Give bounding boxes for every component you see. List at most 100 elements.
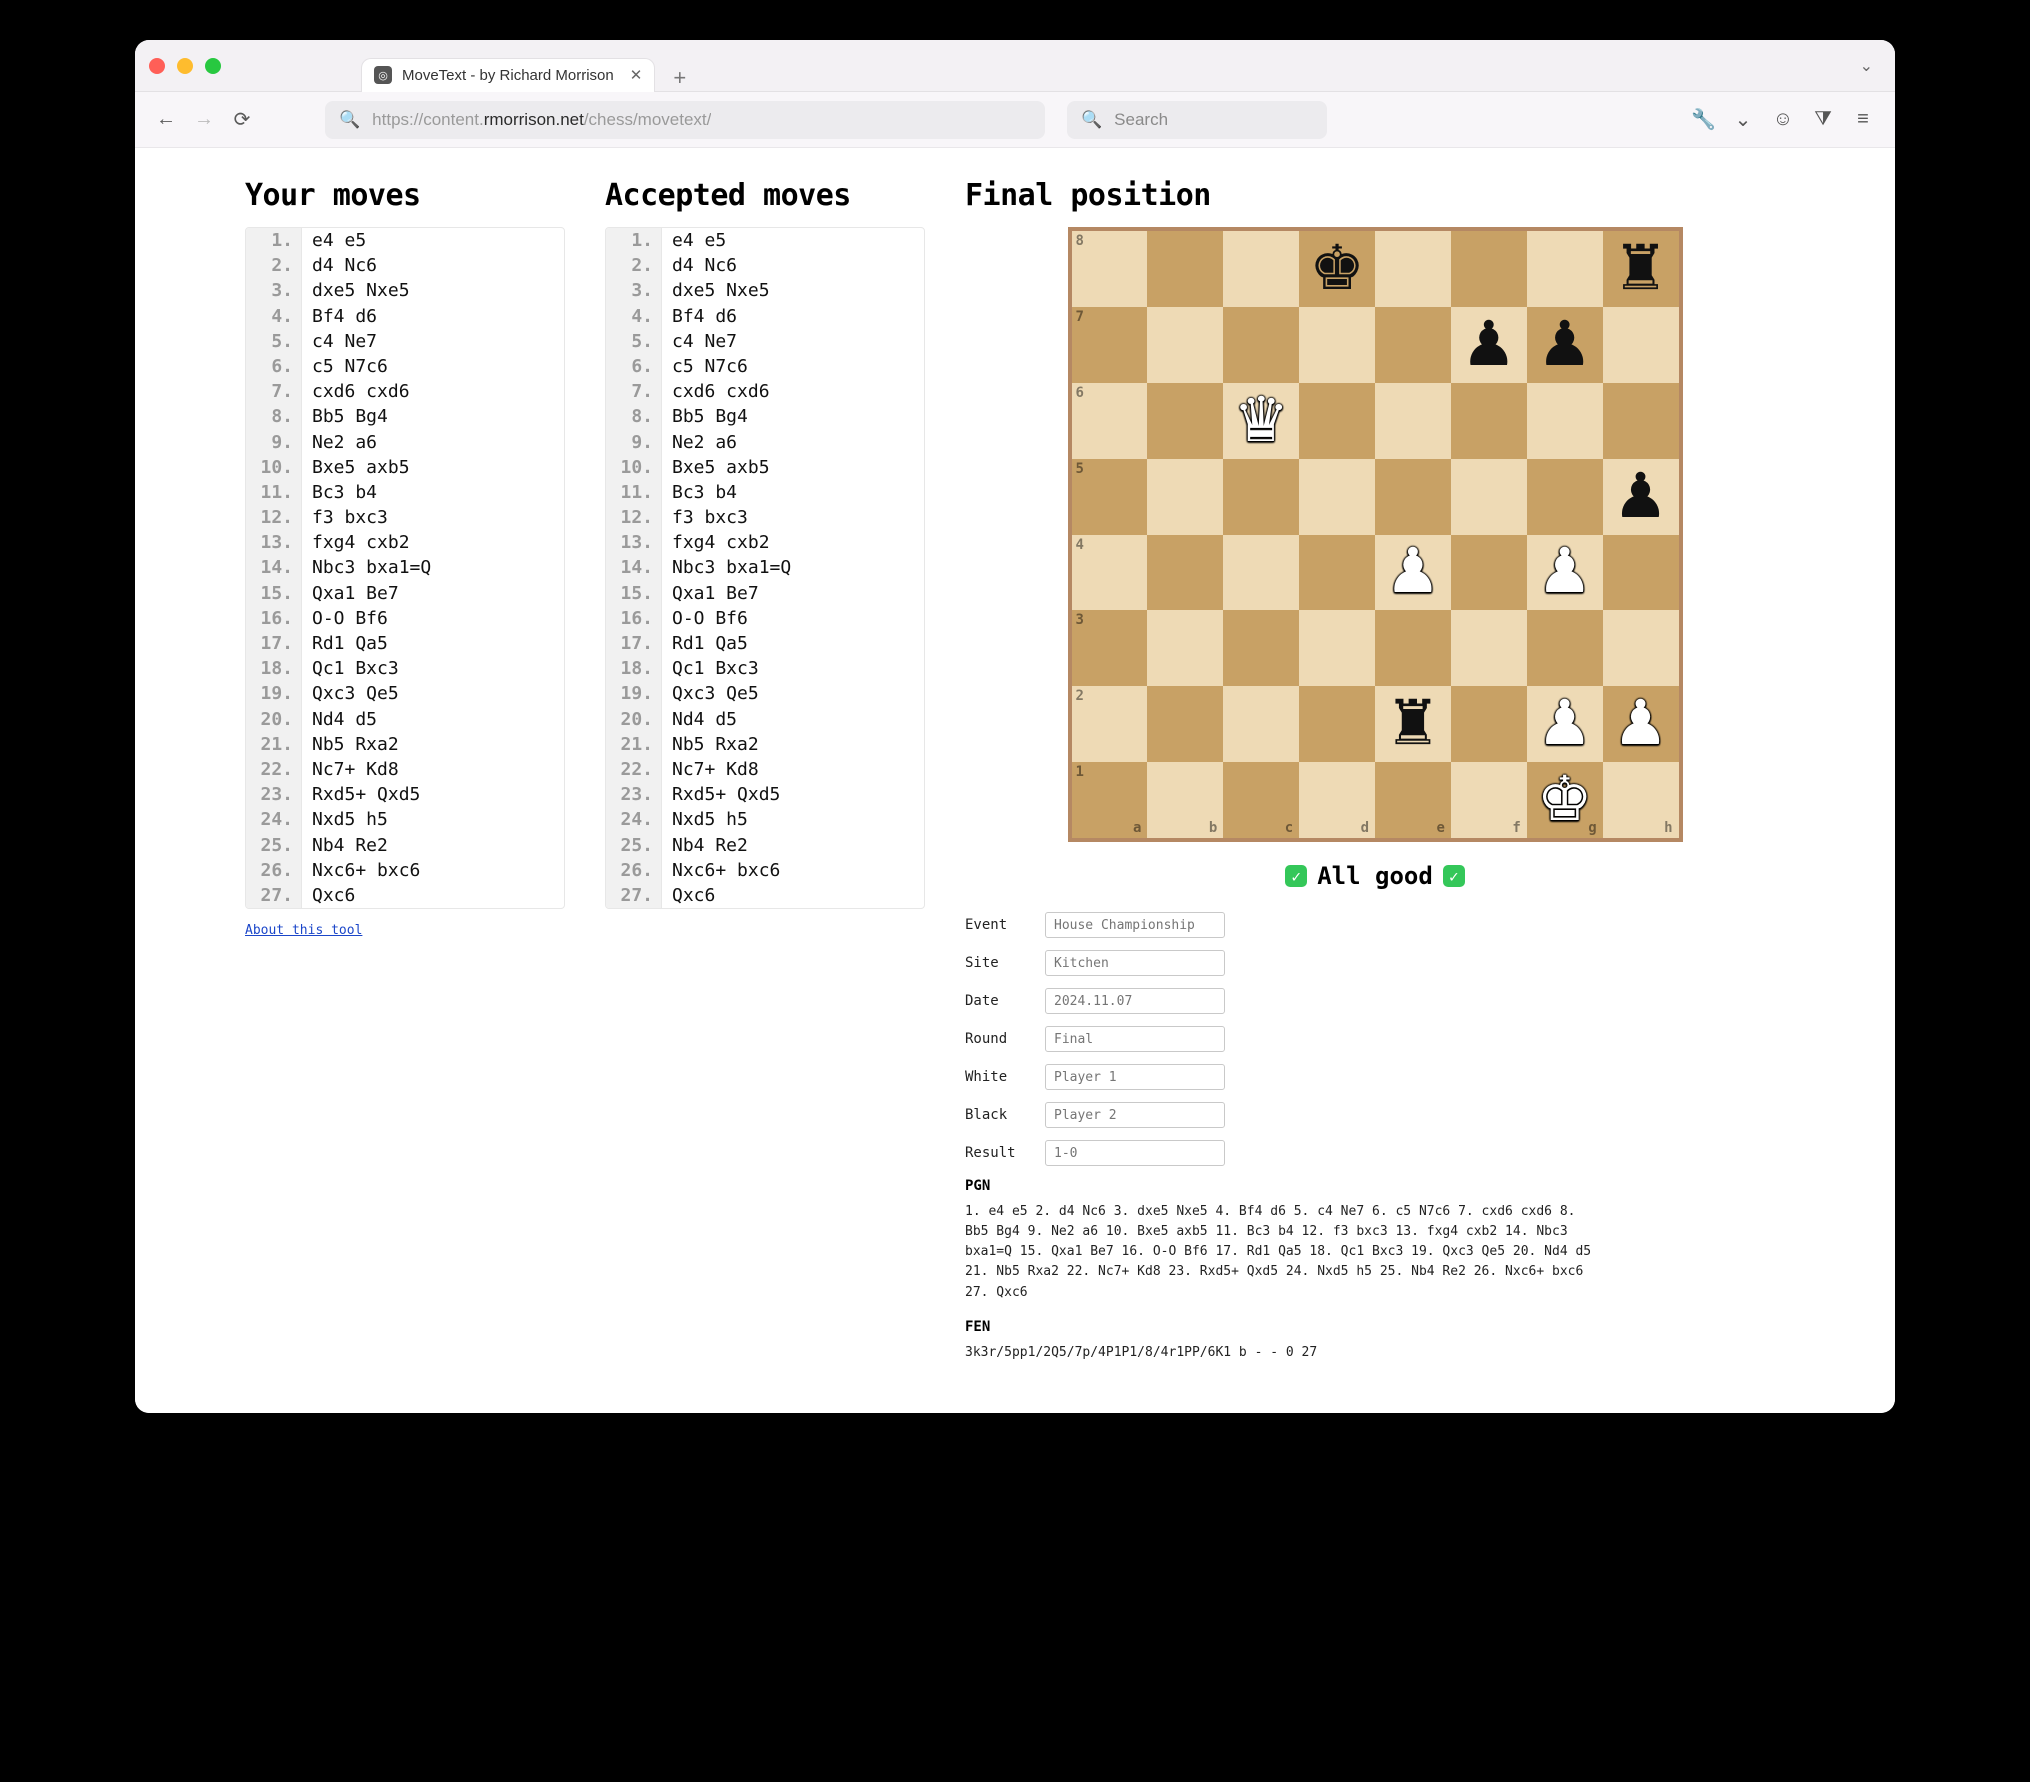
move-row: 15.Qxa1 Be7 — [246, 581, 564, 606]
move-number: 12. — [246, 505, 302, 530]
menu-icon[interactable]: ≡ — [1851, 108, 1875, 131]
rank-label: 6 — [1076, 385, 1084, 401]
board-square-d7 — [1299, 307, 1375, 383]
board-square-d6 — [1299, 383, 1375, 459]
url-text: https://content.rmorrison.net/chess/move… — [372, 110, 711, 130]
move-number: 1. — [246, 228, 302, 253]
about-link[interactable]: About this tool — [245, 923, 565, 938]
pgn-text[interactable]: 1. e4 e5 2. d4 Nc6 3. dxe5 Nxe5 4. Bf4 d… — [965, 1202, 1605, 1303]
move-text: Bf4 d6 — [302, 304, 377, 329]
white-field[interactable] — [1045, 1064, 1225, 1090]
move-text: Bb5 Bg4 — [302, 404, 388, 429]
move-row: 17.Rd1 Qa5 — [606, 631, 924, 656]
your-moves-list[interactable]: 1.e4 e52.d4 Nc63.dxe5 Nxe54.Bf4 d65.c4 N… — [245, 227, 565, 909]
file-label: h — [1664, 820, 1672, 836]
move-row: 21.Nb5 Rxa2 — [246, 732, 564, 757]
move-number: 5. — [606, 329, 662, 354]
move-number: 23. — [606, 782, 662, 807]
close-window-button[interactable] — [149, 58, 165, 74]
piece-d8: ♚ — [1309, 238, 1365, 300]
browser-tab[interactable]: ◎ MoveText - by Richard Morrison ✕ — [361, 58, 655, 92]
pocket-icon[interactable]: ⌄ — [1731, 107, 1755, 132]
status-text: All good — [1317, 862, 1433, 890]
your-moves-column: Your moves 1.e4 e52.d4 Nc63.dxe5 Nxe54.B… — [245, 178, 565, 1363]
search-bar[interactable]: 🔍 Search — [1067, 101, 1327, 139]
result-field[interactable] — [1045, 1140, 1225, 1166]
move-row: 25.Nb4 Re2 — [606, 833, 924, 858]
move-row: 11.Bc3 b4 — [246, 480, 564, 505]
move-text: fxg4 cxb2 — [302, 530, 410, 555]
move-row: 7.cxd6 cxd6 — [246, 379, 564, 404]
board-square-f2 — [1451, 686, 1527, 762]
site-field[interactable] — [1045, 950, 1225, 976]
zoom-window-button[interactable] — [205, 58, 221, 74]
board-square-c7 — [1223, 307, 1299, 383]
move-number: 25. — [606, 833, 662, 858]
move-row: 4.Bf4 d6 — [606, 304, 924, 329]
move-text: Qxc6 — [662, 883, 715, 908]
meta-row-black: Black — [965, 1102, 1785, 1128]
board-square-c3 — [1223, 610, 1299, 686]
move-number: 11. — [606, 480, 662, 505]
move-row: 2.d4 Nc6 — [606, 253, 924, 278]
date-field[interactable] — [1045, 988, 1225, 1014]
board-square-a1: 1a — [1072, 762, 1148, 838]
move-row: 23.Rxd5+ Qxd5 — [246, 782, 564, 807]
move-text: dxe5 Nxe5 — [662, 278, 770, 303]
move-number: 1. — [606, 228, 662, 253]
move-text: Nxc6+ bxc6 — [662, 858, 780, 883]
meta-label: Result — [965, 1145, 1045, 1161]
meta-row-white: White — [965, 1064, 1785, 1090]
minimize-window-button[interactable] — [177, 58, 193, 74]
piece-g2: ♟ — [1537, 693, 1593, 755]
board-square-f1: f — [1451, 762, 1527, 838]
new-tab-button[interactable]: + — [673, 65, 686, 91]
reload-button[interactable]: ⟳ — [231, 107, 253, 132]
move-number: 15. — [246, 581, 302, 606]
board-square-g7: ♟ — [1527, 307, 1603, 383]
rank-label: 4 — [1076, 537, 1084, 553]
status-line: ✓ All good ✓ — [1285, 862, 1465, 890]
move-text: O-O Bf6 — [302, 606, 388, 631]
move-row: 19.Qxc3 Qe5 — [246, 681, 564, 706]
move-number: 19. — [606, 681, 662, 706]
pgn-label: PGN — [965, 1178, 1785, 1194]
address-bar[interactable]: 🔍 https://content.rmorrison.net/chess/mo… — [325, 101, 1045, 139]
meta-label: Black — [965, 1107, 1045, 1123]
move-text: Bb5 Bg4 — [662, 404, 748, 429]
round-field[interactable] — [1045, 1026, 1225, 1052]
move-row: 26.Nxc6+ bxc6 — [246, 858, 564, 883]
tab-favicon-icon: ◎ — [374, 66, 392, 84]
extensions-icon[interactable]: ⧩ — [1811, 108, 1835, 131]
move-number: 5. — [246, 329, 302, 354]
board-square-b3 — [1147, 610, 1223, 686]
board-square-b7 — [1147, 307, 1223, 383]
move-text: Qc1 Bxc3 — [302, 656, 399, 681]
forward-button[interactable]: → — [193, 108, 215, 131]
move-number: 13. — [606, 530, 662, 555]
tab-close-icon[interactable]: ✕ — [630, 66, 643, 84]
board-square-g3 — [1527, 610, 1603, 686]
heading-your-moves: Your moves — [245, 178, 565, 213]
check-icon: ✓ — [1443, 865, 1465, 887]
move-number: 20. — [246, 707, 302, 732]
board-square-h8: ♜ — [1603, 231, 1679, 307]
account-icon[interactable]: ☺ — [1771, 108, 1795, 131]
tab-title: MoveText - by Richard Morrison — [402, 67, 614, 84]
wrench-icon[interactable]: 🔧 — [1691, 107, 1715, 132]
move-row: 18.Qc1 Bxc3 — [606, 656, 924, 681]
board-square-f3 — [1451, 610, 1527, 686]
back-button[interactable]: ← — [155, 108, 177, 131]
black-field[interactable] — [1045, 1102, 1225, 1128]
move-number: 12. — [606, 505, 662, 530]
board-square-e6 — [1375, 383, 1451, 459]
browser-window: ◎ MoveText - by Richard Morrison ✕ + ⌄ ←… — [135, 40, 1895, 1413]
tabs-dropdown-icon[interactable]: ⌄ — [1860, 56, 1873, 76]
move-row: 19.Qxc3 Qe5 — [606, 681, 924, 706]
rank-label: 5 — [1076, 461, 1084, 477]
board-square-h4 — [1603, 535, 1679, 611]
fen-text[interactable]: 3k3r/5pp1/2Q5/7p/4P1P1/8/4r1PP/6K1 b - -… — [965, 1343, 1605, 1363]
event-field[interactable] — [1045, 912, 1225, 938]
move-row: 13.fxg4 cxb2 — [246, 530, 564, 555]
move-row: 6.c5 N7c6 — [606, 354, 924, 379]
